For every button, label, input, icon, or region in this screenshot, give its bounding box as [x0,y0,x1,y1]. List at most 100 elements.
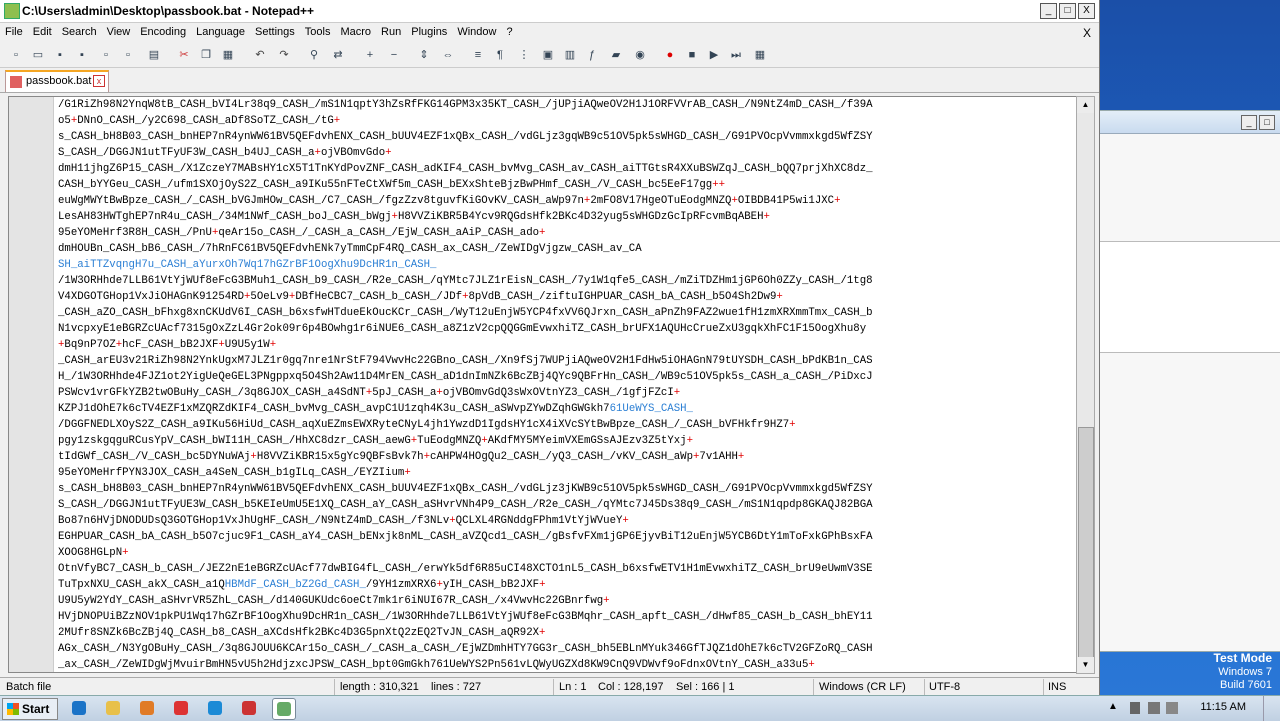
code-line[interactable]: +Bq9nP7OZ+hcF_CASH_bB2JXF+U9U5y1W+ [58,337,1073,353]
all-chars-icon[interactable]: ¶ [492,47,508,63]
menu-tools[interactable]: Tools [300,23,336,38]
background-window-titlebar[interactable]: _ □ [1100,111,1280,134]
code-line[interactable]: SH_aiTTZvqngH7u_CASH_aYurxOh7Wq17hGZrBF1… [58,257,1073,273]
vertical-scrollbar[interactable]: ▲ ▼ [1076,96,1095,674]
line-number-gutter[interactable] [9,97,54,672]
find-icon[interactable]: ⚲ [306,47,322,63]
code-line[interactable]: _ax_CASH_/ZeWIDgWjMvuirBmHN5vU5h2HdjzxcJ… [58,657,1073,672]
scroll-thumb[interactable] [1078,427,1094,659]
taskbar-explorer[interactable] [102,698,124,718]
code-line[interactable]: N1vcpxyE1eBGRZcUAcf7315gOxZzL4Gr2ok09r6p… [58,321,1073,337]
run-multiple-macro-icon[interactable]: ⏭ [728,47,744,63]
stop-macro-icon[interactable]: ■ [684,47,700,63]
maximize-icon[interactable]: □ [1259,115,1275,130]
code-line[interactable]: CASH_bYYGeu_CASH_/ufm1SXOjOyS2Z_CASH_a9I… [58,177,1073,193]
paste-icon[interactable]: ▦ [220,47,236,63]
network-icon[interactable] [1148,702,1160,714]
print-icon[interactable]: ▤ [146,47,162,63]
code-line[interactable]: dmHOUBn_CASH_bB6_CASH_/7hRnFC61BV5QEFdvh… [58,241,1073,257]
code-line[interactable]: U9U5yW2YdY_CASH_aSHvrVR5ZhL_CASH_/d140GU… [58,593,1073,609]
cut-icon[interactable]: ✂ [176,47,192,63]
tab-passbook[interactable]: passbook.bat x [5,70,109,92]
code-line[interactable]: dmH11jhgZ6P15_CASH_/X1ZczeY7MABsHY1cX5T1… [58,161,1073,177]
code-line[interactable]: H_/1W3ORHhde4FJZ1ot2YigUeQeGEL3PNgppxq5O… [58,369,1073,385]
redo-icon[interactable]: ↷ [276,47,292,63]
code-line[interactable]: HVjDNOPUiBZzNOV1pkPU1Wq17hGZrBF1OogXhu9D… [58,609,1073,625]
close-document-button[interactable]: X [1083,26,1091,40]
sync-v-icon[interactable]: ⇕ [416,47,432,63]
code-line[interactable]: pgy1zskgqguRCusYpV_CASH_bWI11H_CASH_/HhX… [58,433,1073,449]
notepadpp-window[interactable]: C:\Users\admin\Desktop\passbook.bat - No… [0,0,1100,696]
code-line[interactable]: _CASH_aZO_CASH_bFhxg8xnCKUdV6I_CASH_b6xs… [58,305,1073,321]
record-macro-icon[interactable]: ● [662,47,678,63]
action-center-icon[interactable] [1130,702,1140,714]
code-line[interactable]: OtnVfyBC7_CASH_b_CASH_/JEZ2nE1eBGRZcUAcf… [58,561,1073,577]
editor-area[interactable]: /G1RiZh98N2YnqW8tB_CASH_bVI4Lr38q9_CASH_… [8,96,1078,673]
volume-icon[interactable] [1166,702,1178,714]
tab-close-icon[interactable]: x [93,75,105,87]
code-line[interactable]: /1W3ORHhde7LLB61VtYjWUf8eFcG3BMuh1_CASH_… [58,273,1073,289]
scroll-up-icon[interactable]: ▲ [1077,97,1094,113]
taskbar-notepadpp[interactable] [272,698,296,720]
menu-run[interactable]: Run [376,23,406,38]
taskbar-app-grid[interactable] [238,698,260,718]
code-line[interactable]: AGx_CASH_/N3YgOBuHy_CASH_/3q8GJOUU6KCAr1… [58,641,1073,657]
taskbar-ie[interactable] [68,698,90,718]
scroll-down-icon[interactable]: ▼ [1077,657,1094,673]
menu-language[interactable]: Language [191,23,250,38]
menu-search[interactable]: Search [57,23,102,38]
code-line[interactable]: S_CASH_/DGGJN1utTFyUE3W_CASH_b5KEIeUmU5E… [58,497,1073,513]
code-line[interactable]: o5 +DNnO_CASH_/y2C698_CASH_aDf8SoTZ_CASH_… [58,113,1073,129]
zoom-in-icon[interactable]: + [362,47,378,63]
udl-icon[interactable]: ▣ [540,47,556,63]
code-line[interactable]: s_CASH_bH8B03_CASH_bnHEP7nR4ynWW61BV5QEF… [58,129,1073,145]
menu-macro[interactable]: Macro [335,23,376,38]
menu-settings[interactable]: Settings [250,23,300,38]
code-line[interactable]: 95eYOMeHrf3R8H_CASH_/PnU +qeAr15o_CASH_/_… [58,225,1073,241]
play-macro-icon[interactable]: ▶ [706,47,722,63]
maximize-button[interactable]: □ [1059,3,1076,19]
code-line[interactable]: _CASH_arEU3v21RiZh98N2YnkUgxM7JLZ1r0gq7n… [58,353,1073,369]
menu-view[interactable]: View [102,23,136,38]
code-line[interactable]: EGHPUAR_CASH_bA_CASH_b5O7cjuc9F1_CASH_aY… [58,529,1073,545]
taskbar-edge[interactable] [204,698,226,718]
sync-h-icon[interactable]: ⇔ [440,47,456,63]
code-line[interactable]: LesAH83HWTghEP7nR4u_CASH_/34M1NWf_CASH_b… [58,209,1073,225]
taskbar-media-player[interactable] [136,698,158,718]
minimize-button[interactable]: _ [1040,3,1057,19]
code-line[interactable]: 95eYOMeHrfPYN3JOX_CASH_a4SeN_CASH_b1gILq… [58,465,1073,481]
menu-help[interactable]: ? [501,23,517,38]
code-line[interactable]: PSWcv1vrGFkYZB2twOBuHy_CASH_/3q8GJOX_CAS… [58,385,1073,401]
zoom-out-icon[interactable]: − [386,47,402,63]
copy-icon[interactable]: ❐ [198,47,214,63]
minimize-icon[interactable]: _ [1241,115,1257,130]
close-icon[interactable]: ▫ [98,47,114,63]
taskbar-chrome[interactable] [170,698,192,718]
save-all-icon[interactable]: ▪ [74,47,90,63]
open-file-icon[interactable]: ▭ [30,47,46,63]
new-file-icon[interactable]: ▫ [8,47,24,63]
code-line[interactable]: XOOG8HGLpN+ [58,545,1073,561]
save-macro-icon[interactable]: ▦ [752,47,768,63]
show-desktop-button[interactable] [1263,696,1278,721]
background-window[interactable]: _ □ [1099,110,1280,652]
code-text[interactable]: /G1RiZh98N2YnqW8tB_CASH_bVI4Lr38q9_CASH_… [58,97,1073,672]
code-line[interactable]: KZPJ1dOhE7k6cTV4EZF1xMZQRZdKIF4_CASH_bvM… [58,401,1073,417]
code-line[interactable]: 2MUfr8SNZk6BcZBj4Q_CASH_b8_CASH_aXCdsHfk… [58,625,1073,641]
code-line[interactable]: V4XDGOTGHop1VxJiOHAGnK91254RD+5OeLv9+DBf… [58,289,1073,305]
save-icon[interactable]: ▪ [52,47,68,63]
indent-guide-icon[interactable]: ⋮ [516,47,532,63]
title-bar[interactable]: C:\Users\admin\Desktop\passbook.bat - No… [0,0,1099,23]
tray-arrow-icon[interactable]: ▲ [1108,701,1118,712]
menu-window[interactable]: Window [452,23,501,38]
menu-edit[interactable]: Edit [28,23,57,38]
code-line[interactable]: S_CASH_/DGGJN1utTFyUF3W_CASH_b4UJ_CASH_a… [58,145,1073,161]
close-all-icon[interactable]: ▫ [120,47,136,63]
code-line[interactable]: tIdGWf_CASH_/V_CASH_bc5DYNuWAj + H8VVZiKBR… [58,449,1073,465]
code-line[interactable]: Bo87n6HVjDNODUDsQ3GOTGHop1VxJhUgHF_CASH_… [58,513,1073,529]
menu-encoding[interactable]: Encoding [135,23,191,38]
function-list-icon[interactable]: ƒ [584,47,600,63]
code-line[interactable]: /G1RiZh98N2YnqW8tB_CASH_bVI4Lr38q9_CASH_… [58,97,1073,113]
undo-icon[interactable]: ↶ [252,47,268,63]
doc-map-icon[interactable]: ▥ [562,47,578,63]
